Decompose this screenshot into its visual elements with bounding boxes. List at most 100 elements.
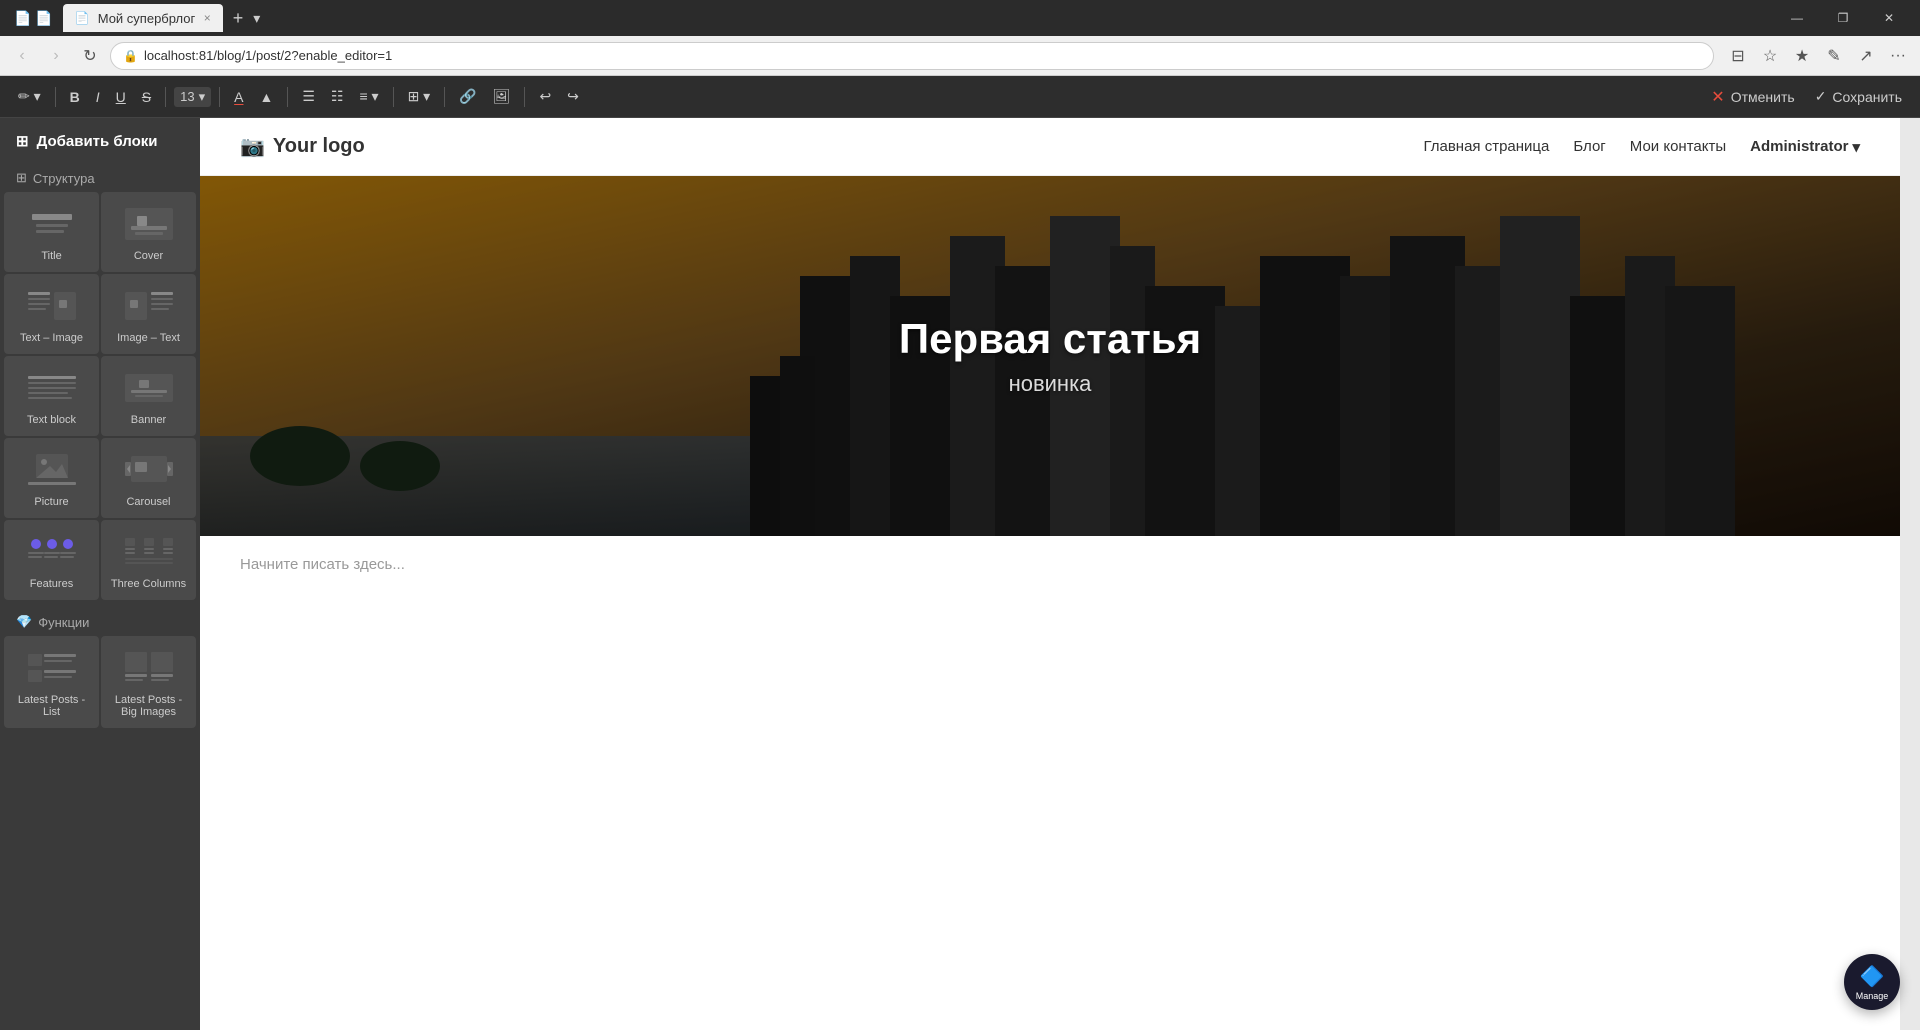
hero-subtitle: новинка: [899, 371, 1201, 397]
strikethrough-btn[interactable]: S: [136, 83, 157, 111]
notes-btn[interactable]: ✎: [1820, 42, 1848, 70]
nav-admin-arrow: ▾: [1852, 138, 1860, 156]
title-block-icon: [22, 202, 82, 246]
tab-favicon: 📄: [75, 11, 90, 25]
sidebar-title: Добавить блоки: [37, 133, 158, 150]
cancel-button[interactable]: ✕ Отменить: [1705, 83, 1800, 111]
text-style-btn[interactable]: ✏ ▾: [12, 83, 47, 111]
block-image-text[interactable]: Image – Text: [101, 274, 196, 354]
toolbar-sep-3: [219, 87, 220, 107]
align-btn[interactable]: ≡ ▾: [353, 83, 384, 111]
carousel-block-label: Carousel: [126, 496, 170, 508]
redo-btn[interactable]: ↪: [561, 83, 585, 111]
bold-btn[interactable]: B: [64, 83, 86, 111]
blocks-grid: Title Cover: [0, 192, 200, 604]
manage-icon: 🔷: [1860, 964, 1885, 989]
text-block-label: Text block: [27, 414, 76, 426]
maximize-button[interactable]: ❐: [1820, 0, 1866, 36]
browser-active-tab[interactable]: 📄 Мой супербрлог ×: [63, 4, 223, 32]
text-image-block-icon: [22, 284, 82, 328]
block-carousel[interactable]: Carousel: [101, 438, 196, 518]
block-text-image[interactable]: Text – Image: [4, 274, 99, 354]
refresh-button[interactable]: ↻: [76, 42, 104, 70]
browser-toolbar-icons: ⊟ ☆ ★ ✎ ↗ ···: [1724, 42, 1912, 70]
tab-close-btn[interactable]: ×: [204, 11, 211, 25]
block-cover[interactable]: Cover: [101, 192, 196, 272]
nav-admin-dropdown[interactable]: Administrator ▾: [1750, 138, 1860, 156]
editor-content: 📷 Your logo Главная страница Блог Мои ко…: [200, 118, 1920, 1030]
list-ul-btn[interactable]: ☰: [296, 83, 321, 111]
toolbar-sep-4: [287, 87, 288, 107]
nav-admin-label: Administrator: [1750, 138, 1848, 155]
cancel-label: Отменить: [1731, 89, 1795, 105]
features-block-label: Features: [30, 578, 73, 590]
cover-block-label: Cover: [134, 250, 163, 262]
latest-posts-big-label: Latest Posts - Big Images: [107, 694, 190, 718]
share-btn[interactable]: ↗: [1852, 42, 1880, 70]
structure-icon: ⊞: [16, 170, 27, 186]
more-btn[interactable]: ···: [1884, 42, 1912, 70]
block-title[interactable]: Title: [4, 192, 99, 272]
site-header: 📷 Your logo Главная страница Блог Мои ко…: [200, 118, 1900, 176]
block-three-columns[interactable]: Three Columns: [101, 520, 196, 600]
url-text: localhost:81/blog/1/post/2?enable_editor…: [144, 48, 1701, 63]
table-btn[interactable]: ⊞ ▾: [402, 83, 437, 111]
hero-section: Первая статья новинка: [200, 176, 1900, 536]
block-latest-posts-big[interactable]: Latest Posts - Big Images: [101, 636, 196, 728]
nav-contacts[interactable]: Мои контакты: [1630, 138, 1726, 155]
toolbar-sep-7: [524, 87, 525, 107]
banner-block-icon: [119, 366, 179, 410]
forward-button[interactable]: ›: [42, 42, 70, 70]
window-controls: — ❐ ✕: [1774, 0, 1912, 36]
block-picture[interactable]: Picture: [4, 438, 99, 518]
browser-tab-icon: 📄 📄: [8, 10, 59, 27]
nav-home[interactable]: Главная страница: [1423, 138, 1549, 155]
image-text-block-label: Image – Text: [117, 332, 180, 344]
link-btn[interactable]: 🔗: [453, 83, 482, 111]
favorites-btn[interactable]: ★: [1788, 42, 1816, 70]
undo-btn[interactable]: ↩: [533, 83, 557, 111]
font-size-control[interactable]: 13 ▾: [174, 87, 211, 107]
bookmark-btn[interactable]: ☆: [1756, 42, 1784, 70]
cover-block-icon: [119, 202, 179, 246]
block-text-block[interactable]: Text block: [4, 356, 99, 436]
close-window-button[interactable]: ✕: [1866, 0, 1912, 36]
image-btn[interactable]: 🖼: [487, 83, 517, 111]
underline-btn[interactable]: U: [110, 83, 132, 111]
reader-view-btn[interactable]: ⊟: [1724, 42, 1752, 70]
block-latest-posts-list[interactable]: Latest Posts - List: [4, 636, 99, 728]
block-banner[interactable]: Banner: [101, 356, 196, 436]
browser-chrome: 📄 📄 📄 Мой супербрлог × + ▾ — ❐ ✕ ‹ › ↻ 🔒…: [0, 0, 1920, 76]
sidebar-functions-section: 💎 Функции: [0, 604, 200, 636]
address-bar[interactable]: 🔒 localhost:81/blog/1/post/2?enable_edit…: [110, 42, 1714, 70]
editor-inner: 📷 Your logo Главная страница Блог Мои ко…: [200, 118, 1900, 1030]
lock-icon: 🔒: [123, 49, 138, 63]
save-label: Сохранить: [1832, 89, 1902, 105]
save-check-icon: ✓: [1815, 88, 1827, 105]
list-ol-btn[interactable]: ☷: [325, 83, 350, 111]
back-button[interactable]: ‹: [8, 42, 36, 70]
latest-posts-list-label: Latest Posts - List: [10, 694, 93, 718]
nav-blog[interactable]: Блог: [1573, 138, 1605, 155]
hero-title: Первая статья: [899, 315, 1201, 363]
three-columns-block-icon: [119, 530, 179, 574]
block-features[interactable]: Features: [4, 520, 99, 600]
hero-text-overlay: Первая статья новинка: [899, 315, 1201, 397]
save-button[interactable]: ✓ Сохранить: [1809, 83, 1908, 111]
sidebar-header-icon: ⊞: [16, 132, 29, 150]
highlight-btn[interactable]: ▲: [253, 83, 279, 111]
tab-dropdown-button[interactable]: ▾: [253, 10, 260, 27]
italic-btn[interactable]: I: [90, 83, 106, 111]
site-logo: 📷 Your logo: [240, 134, 365, 159]
minimize-button[interactable]: —: [1774, 0, 1820, 36]
new-tab-button[interactable]: +: [227, 8, 250, 29]
font-color-btn[interactable]: A: [228, 83, 249, 111]
manage-button[interactable]: 🔷 Manage: [1844, 954, 1900, 1010]
main-layout: ⊞ Добавить блоки ⊞ Структура Title: [0, 118, 1920, 1030]
title-block-label: Title: [41, 250, 61, 262]
picture-block-icon: [22, 448, 82, 492]
structure-label: Структура: [33, 171, 95, 186]
latest-posts-big-icon: [119, 646, 179, 690]
editor-placeholder[interactable]: Начните писать здесь...: [200, 536, 1900, 736]
logo-text: Your logo: [273, 135, 365, 158]
